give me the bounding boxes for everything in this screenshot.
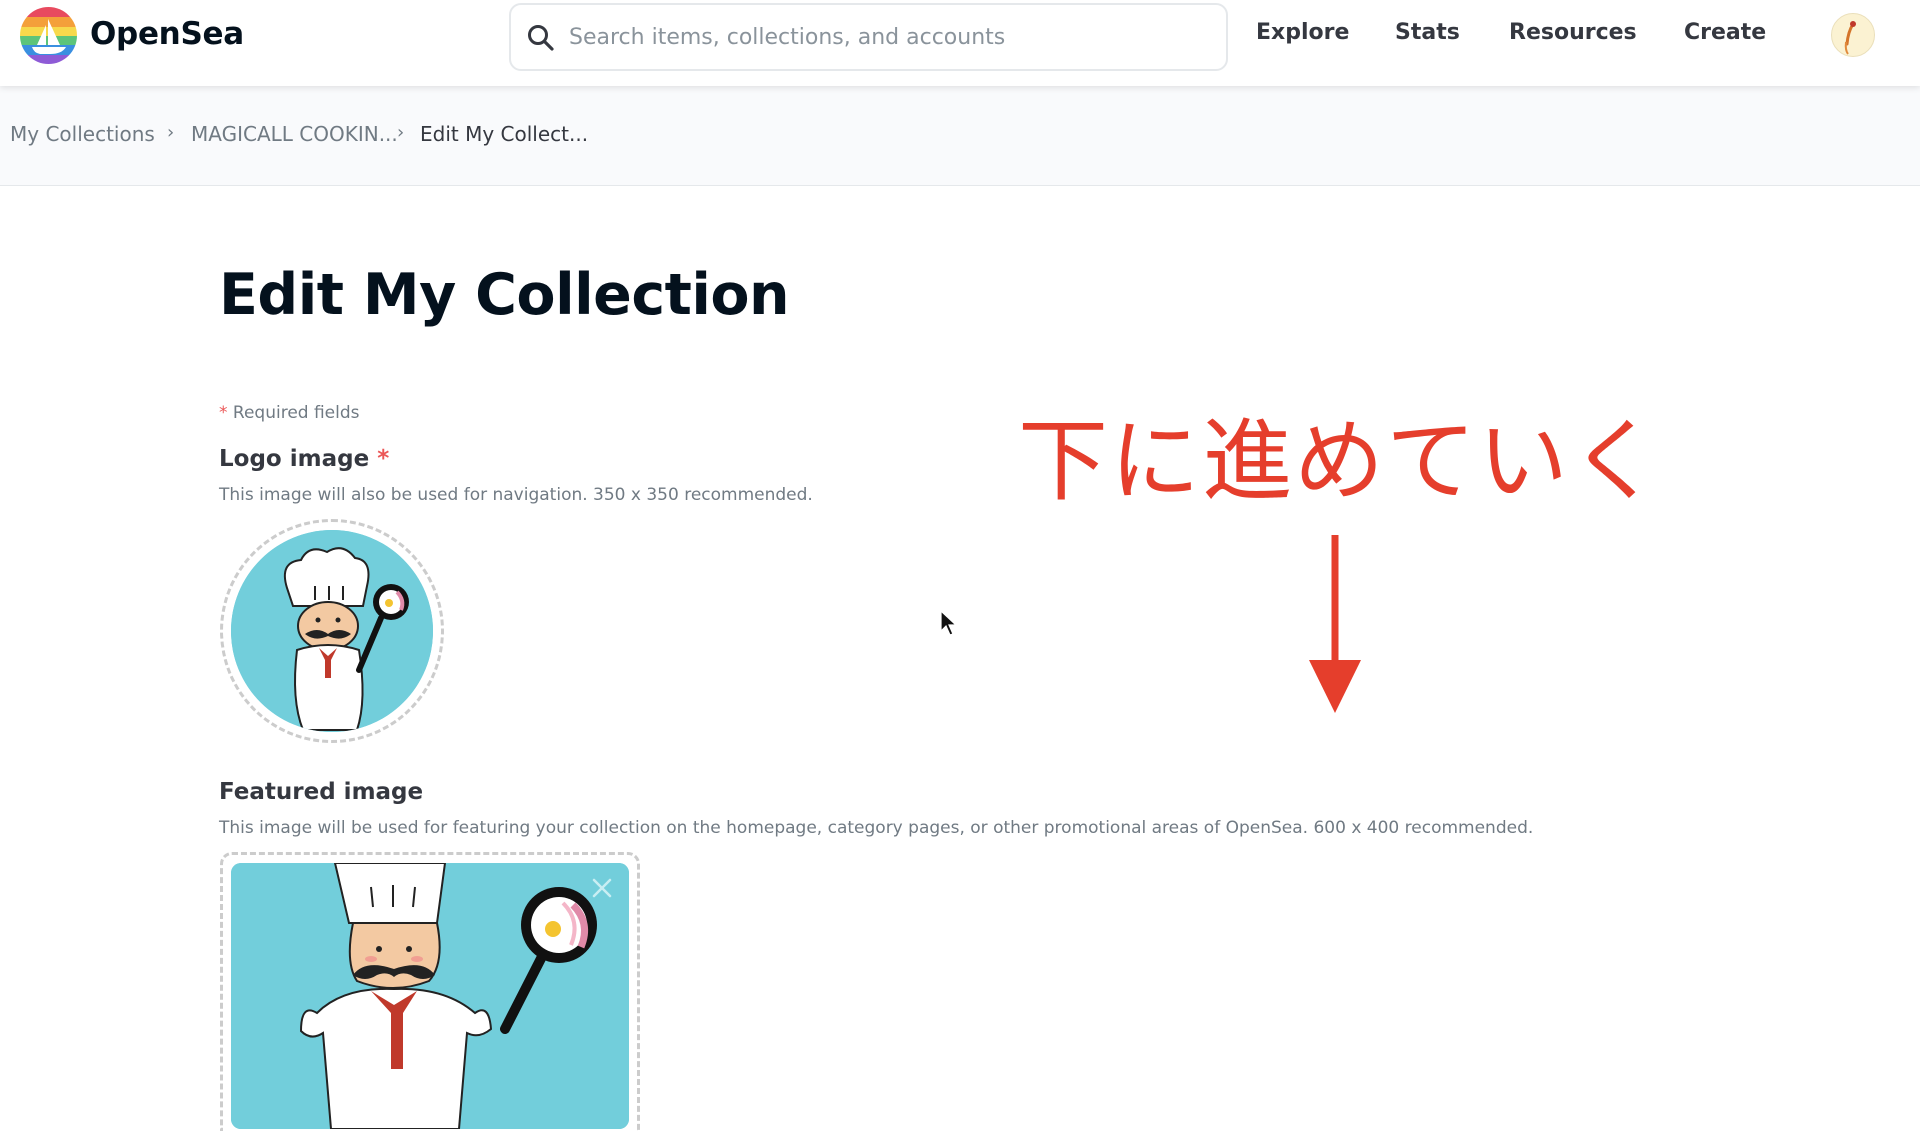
featured-image-dropzone[interactable]: [220, 852, 640, 1131]
page-title: Edit My Collection: [219, 262, 790, 328]
top-navbar: OpenSea Explore Stats Resources Create: [0, 0, 1920, 86]
arrow-down-icon: [1309, 535, 1361, 713]
logo-image-label: Logo image *: [219, 446, 389, 472]
nav-create[interactable]: Create: [1684, 20, 1766, 45]
required-star: *: [219, 403, 228, 423]
close-icon[interactable]: [590, 876, 614, 900]
featured-image-label: Featured image: [219, 779, 424, 805]
featured-image-preview: [231, 863, 629, 1129]
required-star: *: [377, 446, 390, 472]
search-input[interactable]: [569, 15, 1209, 59]
search-icon: [528, 25, 554, 51]
annotation-text: 下に進めていく: [1018, 409, 1662, 514]
logo-image-dropzone[interactable]: [220, 519, 444, 743]
breadcrumb-collection[interactable]: MAGICALL COOKIN...: [191, 122, 398, 146]
breadcrumb-separator-icon: ›: [167, 122, 175, 143]
required-fields-note: * Required fields: [219, 403, 360, 423]
user-avatar[interactable]: [1831, 13, 1875, 57]
logo-image-label-text: Logo image: [219, 446, 370, 472]
search-box[interactable]: [509, 3, 1228, 71]
mouse-cursor-icon: [940, 610, 958, 636]
breadcrumb: My Collections › MAGICALL COOKIN... › Ed…: [0, 86, 1920, 186]
opensea-logo-icon[interactable]: [20, 7, 77, 64]
logo-image-description: This image will also be used for navigat…: [219, 485, 813, 505]
logo-image-preview: [231, 530, 433, 732]
breadcrumb-separator-icon: ›: [397, 122, 405, 143]
featured-image-description: This image will be used for featuring yo…: [219, 818, 1534, 838]
nav-stats[interactable]: Stats: [1395, 20, 1460, 45]
brand-name[interactable]: OpenSea: [90, 16, 244, 52]
nav-explore[interactable]: Explore: [1256, 20, 1349, 45]
breadcrumb-current: Edit My Collect...: [420, 122, 589, 146]
breadcrumb-my-collections[interactable]: My Collections: [10, 122, 155, 146]
required-fields-text: Required fields: [232, 403, 360, 423]
nav-resources[interactable]: Resources: [1509, 20, 1637, 45]
